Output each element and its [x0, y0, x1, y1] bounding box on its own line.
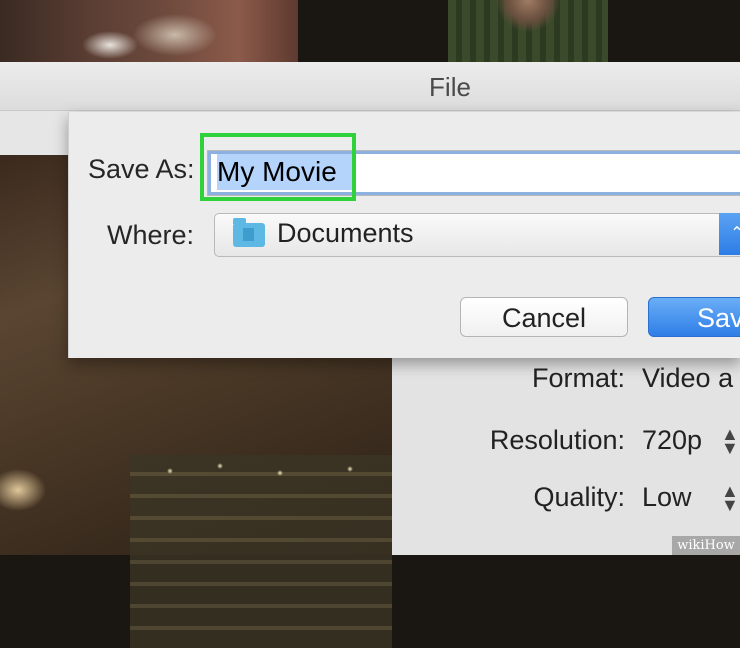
export-settings-panel: Format: Video a Resolution: 720p ▲ ▼ Qual… [392, 355, 740, 555]
export-window: File Format: Video a Resolution: 720p ▲ ▼… [0, 62, 740, 648]
popup-arrows-icon[interactable]: ⌃ [719, 213, 740, 255]
save-button[interactable]: Sav [648, 297, 740, 337]
wikihow-watermark: wikiHow [672, 536, 740, 555]
window-title: File [429, 72, 471, 102]
green-highlight-box [200, 133, 356, 201]
where-location-value: Documents [277, 218, 414, 248]
cancel-button[interactable]: Cancel [460, 297, 628, 337]
setting-row-quality[interactable]: Quality: Low ▲ ▼ [392, 478, 740, 518]
setting-row-format[interactable]: Format: Video a [392, 359, 740, 399]
setting-label: Format: [531, 363, 625, 393]
folder-icon [233, 218, 265, 247]
setting-value[interactable]: 720p [642, 425, 702, 456]
where-label: Where: [107, 220, 195, 250]
setting-value[interactable]: Video a [642, 363, 733, 394]
where-location-popup[interactable]: Documents ⌃ [214, 213, 740, 257]
save-dialog-sheet: Save As: Where: Documents ⌃ Cancel Sav [68, 112, 740, 358]
setting-label: Quality: [533, 482, 625, 512]
setting-value[interactable]: Low [642, 482, 692, 513]
thumbnail-clip-left [0, 0, 298, 62]
stepper-arrows-icon[interactable]: ▲ ▼ [721, 425, 739, 457]
window-titlebar: File [0, 62, 740, 111]
stepper-arrows-icon[interactable]: ▲ ▼ [721, 482, 739, 514]
save-as-label: Save As: [88, 154, 195, 184]
setting-row-resolution[interactable]: Resolution: 720p ▲ ▼ [392, 421, 740, 461]
preview-image-lights [150, 451, 390, 491]
thumbnail-clip-right [448, 0, 608, 62]
setting-label: Resolution: [489, 425, 625, 455]
